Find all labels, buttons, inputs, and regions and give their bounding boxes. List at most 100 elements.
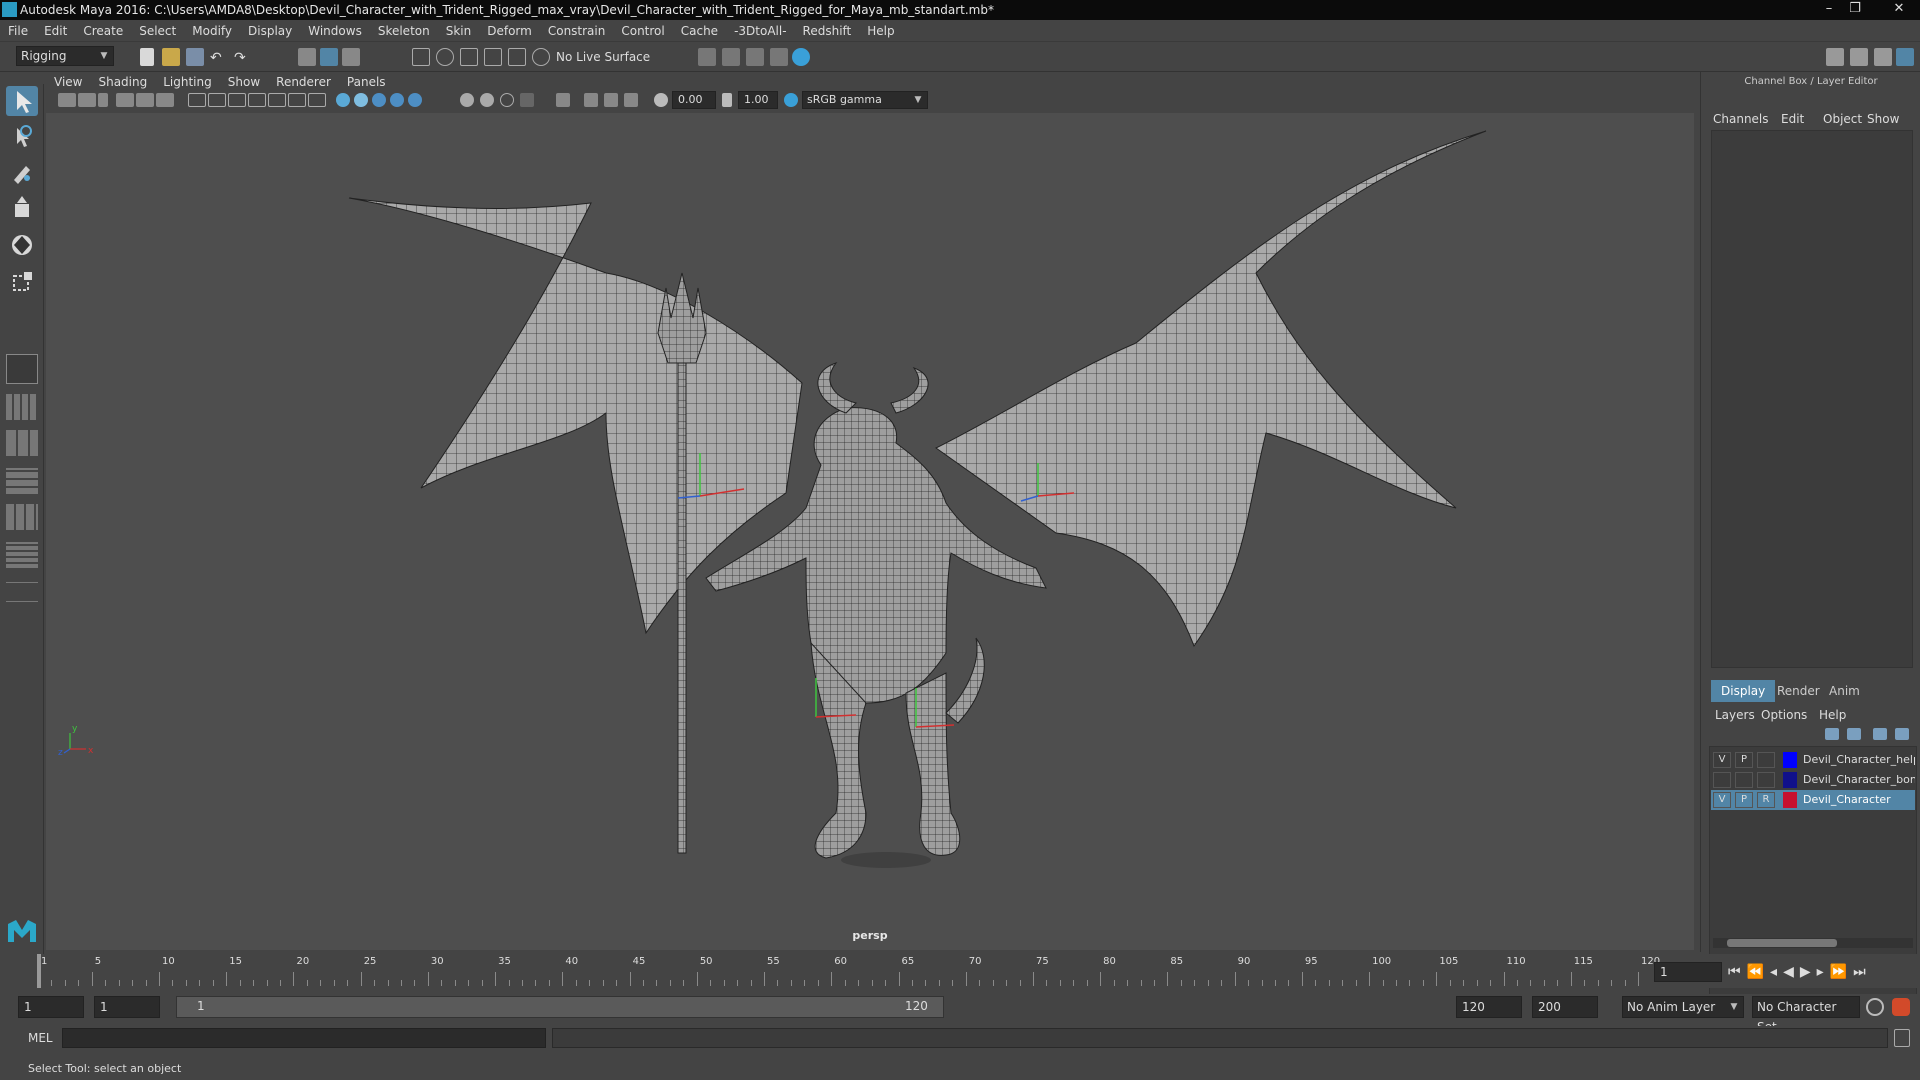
gamma-field[interactable]: 1.00 <box>738 91 778 109</box>
auto-key-icon[interactable] <box>1866 998 1884 1016</box>
panel-menu-view[interactable]: View <box>46 72 90 92</box>
tab-object[interactable]: Object <box>1823 112 1862 126</box>
menuset-dropdown[interactable]: Rigging ▼ <box>16 46 114 66</box>
mel-label[interactable]: MEL <box>28 1031 53 1045</box>
wireframe-on-shaded-icon[interactable] <box>372 93 386 107</box>
safe-title-icon[interactable] <box>308 93 326 107</box>
menu-deform[interactable]: Deform <box>479 20 540 42</box>
layer-color-swatch[interactable] <box>1783 792 1797 808</box>
play-backward-icon[interactable]: ◀ <box>1783 964 1800 980</box>
menu-control[interactable]: Control <box>613 20 672 42</box>
options-menu[interactable]: Options <box>1761 708 1807 722</box>
live-surface-label[interactable]: No Live Surface <box>556 50 650 64</box>
camera-icon[interactable] <box>58 93 76 107</box>
panel-menu-panels[interactable]: Panels <box>339 72 394 92</box>
exposure-field[interactable]: 0.00 <box>672 91 716 109</box>
undo-icon[interactable]: ↶ <box>210 50 228 68</box>
2d-pan-zoom-icon[interactable] <box>136 93 154 107</box>
step-forward-key-icon[interactable]: ⏩ <box>1830 964 1853 980</box>
snap-view-icon[interactable] <box>484 48 502 66</box>
select-tool-icon[interactable] <box>6 86 38 116</box>
panel-menu-renderer[interactable]: Renderer <box>268 72 339 92</box>
menu-help[interactable]: Help <box>859 20 902 42</box>
ipr-render-icon[interactable] <box>746 48 764 66</box>
animation-start-field[interactable]: 1 <box>18 996 84 1018</box>
anim-layer-dropdown[interactable]: No Anim Layer ▼ <box>1622 996 1744 1018</box>
tool-settings-icon[interactable] <box>1874 48 1892 66</box>
layer-visibility-toggle[interactable]: V <box>1713 752 1731 768</box>
select-hierarchy-icon[interactable] <box>298 48 316 66</box>
snap-together-icon[interactable] <box>532 48 550 66</box>
image-plane-icon[interactable] <box>116 93 134 107</box>
layer-reference-toggle[interactable]: R <box>1757 792 1775 808</box>
time-ruler[interactable]: 1 5 10 15 20 25 30 35 40 45 50 55 60 65 70 75 80 85 90 95 10… <box>28 954 1660 988</box>
play-forward-icon[interactable]: ▶ <box>1800 964 1817 980</box>
snap-curve-icon[interactable] <box>436 48 454 66</box>
single-pane-layout-icon[interactable] <box>6 354 38 384</box>
snap-surface-icon[interactable] <box>508 48 526 66</box>
move-layer-up-icon[interactable] <box>1825 728 1839 740</box>
safe-action-icon[interactable] <box>288 93 306 107</box>
layer-playback-toggle[interactable] <box>1735 772 1753 788</box>
anti-aliasing-icon[interactable] <box>520 93 534 107</box>
rotate-tool-icon[interactable] <box>6 230 38 260</box>
select-object-icon[interactable] <box>320 48 338 66</box>
isolate-select-icon[interactable] <box>556 93 570 107</box>
step-forward-frame-icon[interactable]: ▸ <box>1817 964 1830 980</box>
exposure-icon[interactable] <box>654 93 668 107</box>
menu-windows[interactable]: Windows <box>300 20 370 42</box>
bookmark-icon[interactable] <box>98 93 108 107</box>
move-tool-icon[interactable] <box>6 194 38 224</box>
anim-preferences-icon[interactable] <box>1892 998 1910 1016</box>
color-management-icon[interactable] <box>784 93 798 107</box>
tab-edit[interactable]: Edit <box>1781 112 1804 126</box>
new-layer-selected-icon[interactable] <box>1895 728 1909 740</box>
grid-toggle-icon[interactable] <box>188 93 206 107</box>
snap-grid-icon[interactable] <box>412 48 430 66</box>
panel-menu-lighting[interactable]: Lighting <box>155 72 220 92</box>
gamma-icon[interactable] <box>722 93 732 107</box>
xray-icon[interactable] <box>584 93 598 107</box>
gate-mask-icon[interactable] <box>248 93 266 107</box>
field-chart-icon[interactable] <box>268 93 286 107</box>
menu-edit[interactable]: Edit <box>36 20 75 42</box>
scale-tool-icon[interactable] <box>6 266 38 296</box>
grease-pencil-icon[interactable] <box>156 93 174 107</box>
layer-playback-toggle[interactable]: P <box>1735 752 1753 768</box>
render-view-icon[interactable] <box>698 48 716 66</box>
menu-redshift[interactable]: Redshift <box>795 20 860 42</box>
ambient-occlusion-icon[interactable] <box>480 93 494 107</box>
go-to-end-icon[interactable]: ⏭ <box>1853 964 1872 980</box>
playback-end-field[interactable]: 120 <box>1456 996 1522 1018</box>
camera-attributes-icon[interactable] <box>78 93 96 107</box>
playback-start-field[interactable]: 1 <box>94 996 160 1018</box>
modeling-toolkit-icon[interactable] <box>1826 48 1844 66</box>
film-gate-icon[interactable] <box>208 93 226 107</box>
menu-3dtoall[interactable]: -3DtoAll- <box>726 20 794 42</box>
layers-menu[interactable]: Layers <box>1715 708 1755 722</box>
panel-menu-show[interactable]: Show <box>220 72 268 92</box>
wireframe-icon[interactable] <box>336 93 350 107</box>
layer-reference-toggle[interactable] <box>1757 752 1775 768</box>
open-scene-icon[interactable] <box>162 48 180 66</box>
channel-box-area[interactable] <box>1711 130 1913 668</box>
current-frame-field[interactable]: 1 <box>1654 962 1722 982</box>
hypershade-layout-icon[interactable] <box>6 542 38 568</box>
render-settings-icon[interactable] <box>770 48 788 66</box>
paint-select-tool-icon[interactable] <box>6 158 38 188</box>
motion-blur-icon[interactable] <box>500 93 514 107</box>
menu-file[interactable]: File <box>0 20 36 42</box>
channel-box-icon[interactable] <box>1896 48 1914 66</box>
minimize-button[interactable]: – <box>1816 0 1842 18</box>
outliner-layout-icon[interactable] <box>6 468 38 494</box>
layer-visibility-toggle[interactable] <box>1713 772 1731 788</box>
layer-reference-toggle[interactable] <box>1757 772 1775 788</box>
maximize-button[interactable]: ❐ <box>1842 0 1868 18</box>
step-back-frame-icon[interactable]: ◂ <box>1770 964 1783 980</box>
layout-more-icon[interactable] <box>6 582 38 602</box>
layer-row-selected[interactable]: V P R Devil_Character <box>1711 790 1915 810</box>
hypershade-icon[interactable] <box>792 48 810 66</box>
lasso-tool-icon[interactable] <box>6 122 38 152</box>
xray-joints-icon[interactable] <box>604 93 618 107</box>
character-set-dropdown[interactable]: No Character Set <box>1752 996 1860 1034</box>
